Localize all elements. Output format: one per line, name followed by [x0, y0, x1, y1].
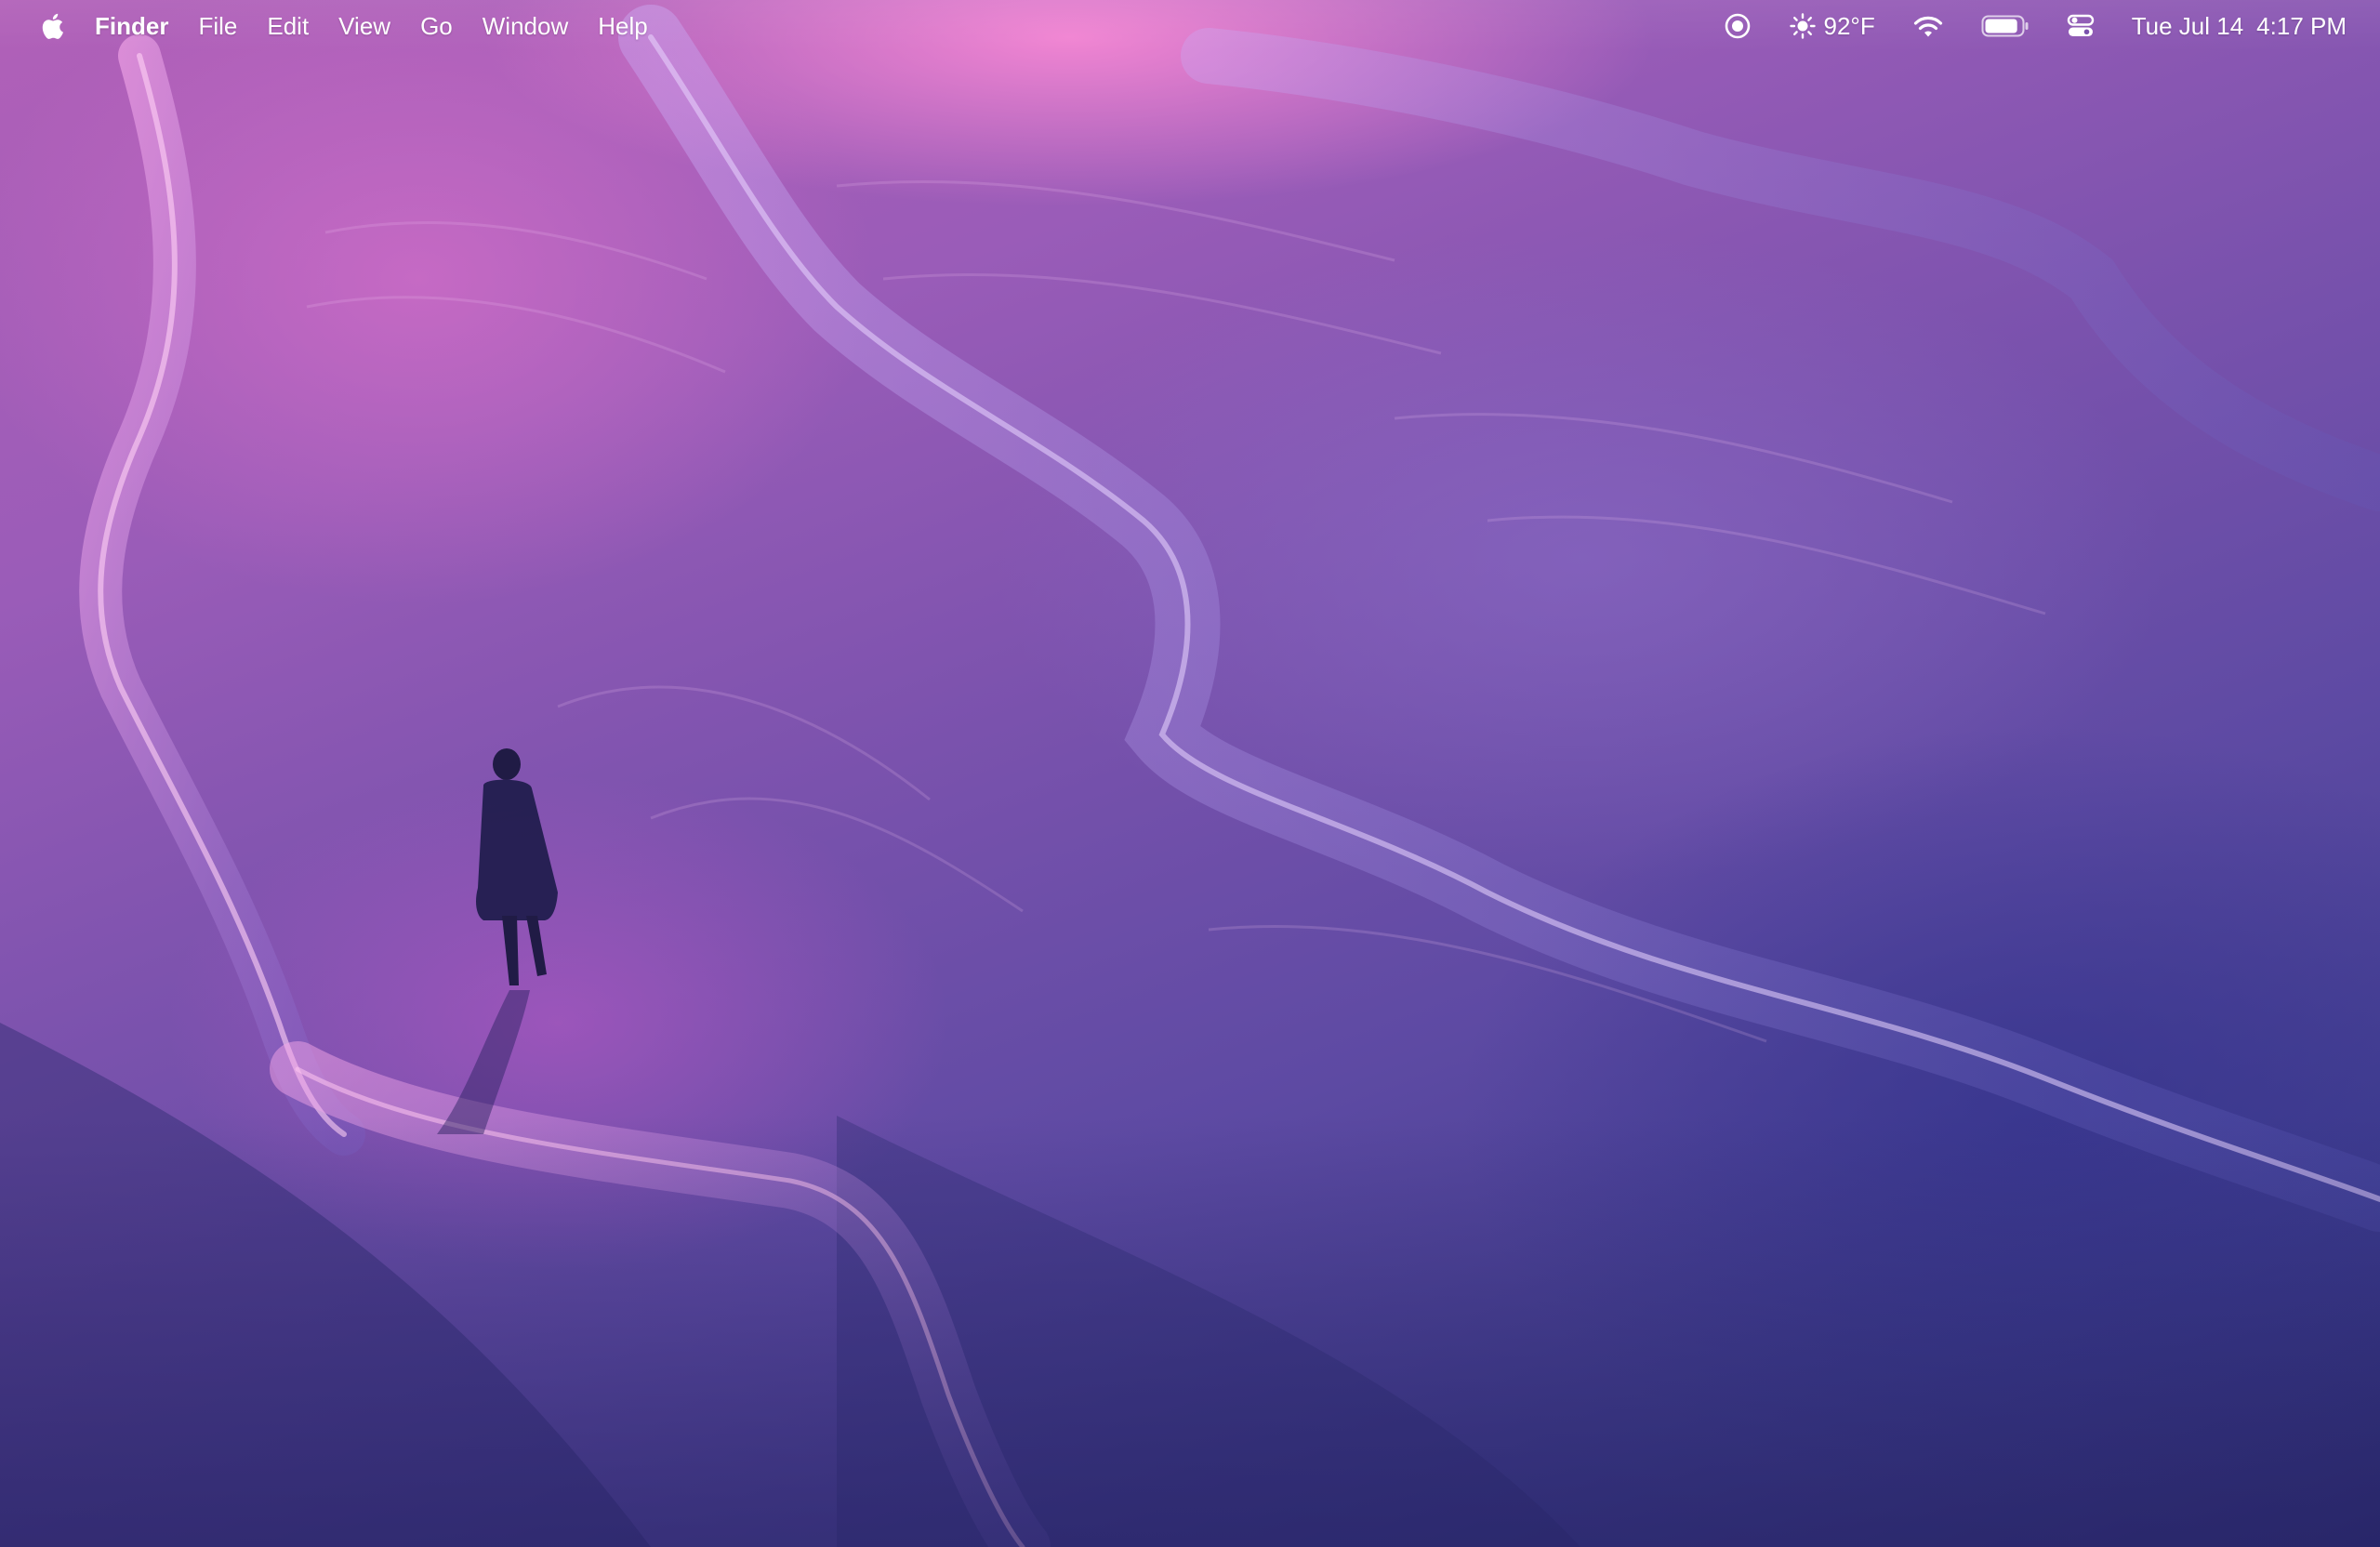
desktop[interactable]: Finder File Edit View Go Window Help 92°…: [0, 0, 2380, 1547]
record-icon: [1724, 12, 1752, 40]
weather-status[interactable]: 92°F: [1789, 0, 1875, 52]
battery-status[interactable]: [1981, 0, 2030, 52]
clock-date: Tue Jul 14: [2131, 11, 2244, 40]
weather-temperature: 92°F: [1823, 11, 1875, 40]
control-center-icon: [2067, 12, 2095, 40]
control-center-button[interactable]: [2067, 0, 2095, 52]
battery-icon: [1981, 14, 2030, 38]
apple-logo-icon[interactable]: [35, 0, 67, 52]
menu-window[interactable]: Window: [468, 0, 583, 52]
screen-record-status[interactable]: [1724, 0, 1752, 52]
menu-view[interactable]: View: [324, 0, 405, 52]
clock-time: 4:17 PM: [2256, 11, 2347, 40]
menu-bar: Finder File Edit View Go Window Help 92°…: [0, 0, 2380, 52]
wallpaper: [0, 5, 2380, 1547]
menu-file[interactable]: File: [183, 0, 252, 52]
wifi-status[interactable]: [1912, 0, 1944, 52]
clock[interactable]: Tue Jul 14 4:17 PM: [2132, 0, 2347, 52]
menu-go[interactable]: Go: [405, 0, 468, 52]
person-figure: [437, 748, 558, 1134]
wifi-icon: [1912, 13, 1944, 39]
menu-app-finder[interactable]: Finder: [67, 0, 183, 52]
menu-bar-status-area: 92°F Tue Jul 14 4:17 PM: [1686, 0, 2380, 52]
menu-help[interactable]: Help: [583, 0, 662, 52]
sun-icon: [1789, 12, 1817, 40]
menu-bar-left: Finder File Edit View Go Window Help: [0, 0, 663, 52]
menu-edit[interactable]: Edit: [252, 0, 324, 52]
